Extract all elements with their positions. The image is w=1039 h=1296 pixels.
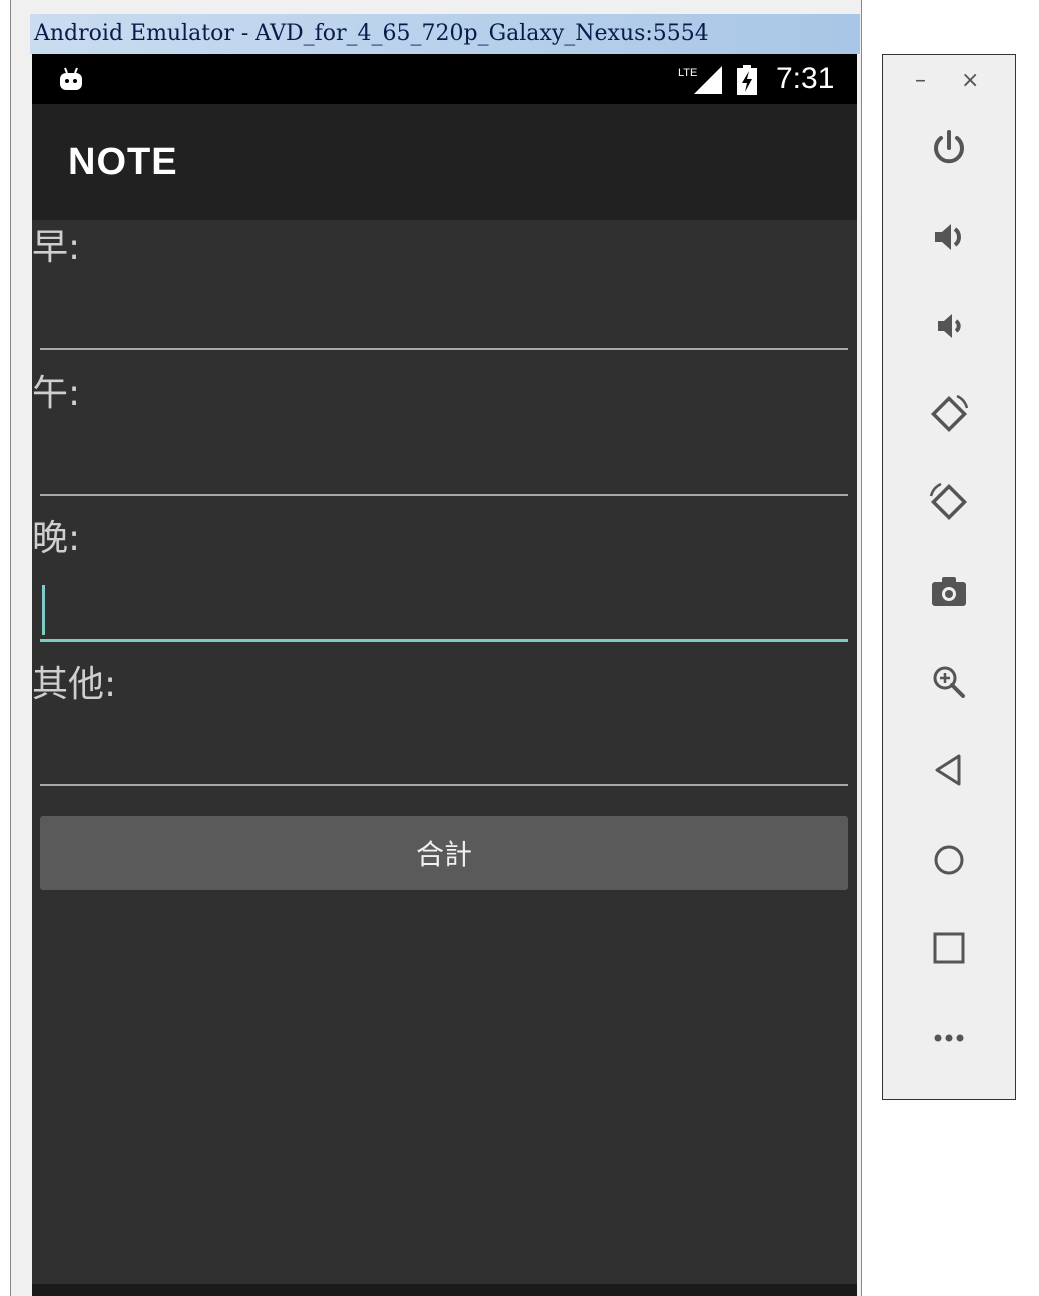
battery-icon [737,65,757,95]
more-button[interactable] [920,1009,978,1067]
app-bar: NOTE [32,104,857,220]
back-button[interactable] [920,741,978,799]
breakfast-label: 早: [32,227,81,268]
lte-signal-icon: LTE [678,66,722,94]
status-time: 7:31 [776,62,835,95]
zoom-button[interactable] [920,653,978,711]
lte-label: LTE [678,67,697,79]
screenshot-button[interactable] [920,563,978,621]
overview-button[interactable] [920,919,978,977]
overview-icon [933,932,965,964]
home-button[interactable] [920,831,978,889]
zoom-icon [933,666,965,698]
emulator-toolbar: – × [882,54,1016,1100]
navigation-bar-edge [32,1284,857,1296]
rotate-right-button[interactable] [920,473,978,531]
rotate-right-icon [929,482,968,521]
other-input[interactable] [40,736,848,786]
power-button[interactable] [920,119,978,177]
volume-down-icon [938,314,961,338]
other-label: 其他: [32,664,117,705]
text-cursor [42,585,45,635]
camera-icon [932,577,966,606]
volume-up-button[interactable] [920,208,978,266]
back-icon [935,754,961,786]
dinner-input[interactable] [40,592,848,642]
rotate-left-button[interactable] [920,385,978,443]
dinner-label: 晚: [32,518,81,559]
total-button[interactable]: 合計 [40,816,848,890]
rotate-left-icon [930,394,969,433]
breakfast-input[interactable] [40,300,848,350]
volume-up-icon [935,224,961,250]
volume-down-button[interactable] [920,297,978,355]
lunch-label: 午: [32,373,81,414]
power-icon [934,130,964,164]
device-screen: LTE 7:31 NOTE 早: 午: 晚: 其他: 合計 [32,54,857,1296]
android-debug-icon [60,67,82,90]
lunch-input[interactable] [40,446,848,496]
minimize-button[interactable]: – [915,69,926,93]
status-bar: LTE 7:31 [32,54,857,104]
more-icon [934,1034,964,1042]
window-title: Android Emulator - AVD_for_4_65_720p_Gal… [30,14,860,54]
app-title: NOTE [68,141,178,183]
close-button[interactable]: × [961,69,979,93]
home-icon [934,845,964,875]
